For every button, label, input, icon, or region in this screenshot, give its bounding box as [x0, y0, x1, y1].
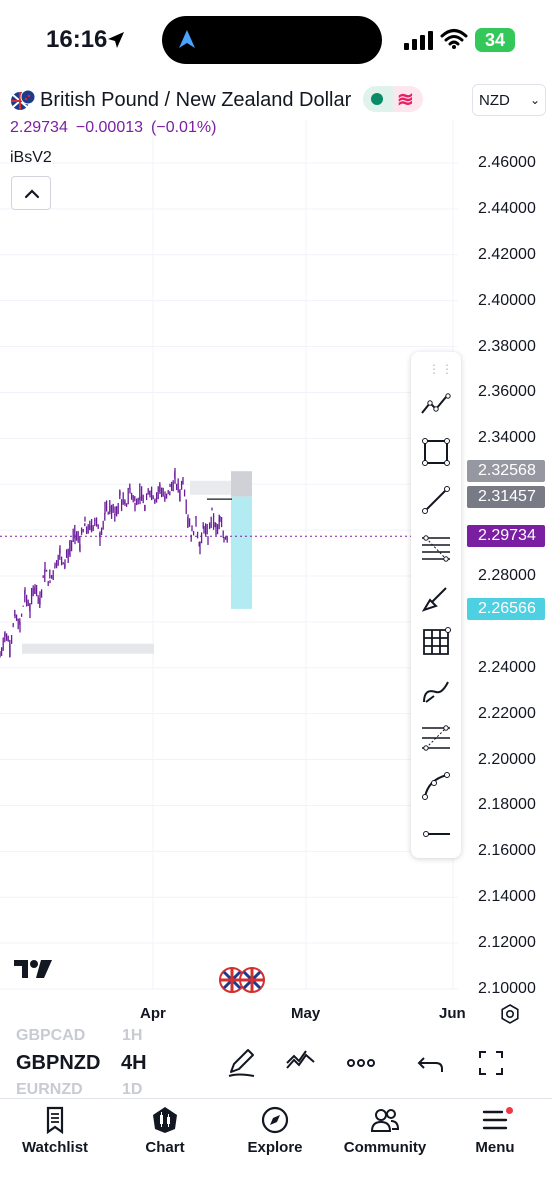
bookmark-icon: [46, 1106, 64, 1135]
price-tick-label: 2.42000: [478, 245, 536, 263]
price-tick-label: 2.10000: [478, 980, 536, 997]
price-tick-label: 2.46000: [478, 154, 536, 171]
fib-retracement-tool-icon[interactable]: [420, 532, 452, 564]
price-tick-label: 2.38000: [478, 337, 536, 355]
trend-path-tool-icon[interactable]: [420, 389, 452, 421]
gann-grid-tool-icon[interactable]: [420, 626, 452, 658]
time-label-jun: Jun: [439, 1005, 466, 1022]
bottom-tab-bar: Watchlist Chart Explore Community Menu: [0, 1098, 552, 1200]
market-open-dot-icon: [371, 93, 383, 105]
time-label-apr: Apr: [140, 1005, 166, 1022]
chevron-up-icon: [24, 189, 40, 199]
people-icon: [370, 1109, 400, 1132]
horizontal-ray-tool-icon[interactable]: [420, 818, 452, 850]
market-status-pill[interactable]: ≋: [363, 86, 423, 112]
trend-line-tool-icon[interactable]: [420, 484, 452, 516]
symbol-title: British Pound / New Zealand Dollar: [40, 88, 352, 111]
support-zone[interactable]: [22, 643, 154, 654]
brush-tool-icon[interactable]: [420, 582, 452, 614]
price-change: −0.00013: [75, 119, 144, 136]
notification-dot: [506, 1107, 513, 1114]
undo-icon[interactable]: [414, 1046, 448, 1080]
tradingview-logo-icon: [14, 958, 54, 987]
more-options-icon[interactable]: [344, 1046, 378, 1080]
drawing-pen-icon[interactable]: [224, 1046, 258, 1080]
price-summary: 2.29734 −0.00013 (−0.01%): [10, 119, 224, 137]
delayed-data-icon: ≋: [397, 89, 414, 111]
compass-icon: [261, 1106, 289, 1134]
tab-explore[interactable]: Explore: [220, 1105, 330, 1165]
indicators-icon[interactable]: [284, 1046, 318, 1080]
price-chart[interactable]: [0, 0, 552, 1030]
tab-label-explore: Explore: [247, 1139, 303, 1156]
price-tick-label: 2.18000: [478, 796, 536, 814]
price-tick-label: 2.12000: [478, 934, 536, 952]
collapse-indicators-button[interactable]: [11, 176, 51, 210]
price-tick-label: 2.16000: [478, 842, 536, 860]
drawing-toolbar: ⋮⋮: [411, 352, 461, 858]
price-tick-label: 2.22000: [478, 704, 536, 722]
currency-value: NZD: [479, 92, 510, 109]
tab-label-menu: Menu: [475, 1139, 515, 1156]
price-badge: 2.29734: [467, 525, 545, 548]
prev-symbol[interactable]: GBPCAD: [16, 1027, 85, 1045]
stop-zone[interactable]: [231, 471, 252, 497]
next-interval[interactable]: 1D: [122, 1081, 142, 1099]
current-interval[interactable]: 4H: [121, 1052, 147, 1075]
fib-channel-tool-icon[interactable]: [420, 722, 452, 754]
tab-label-watchlist: Watchlist: [21, 1139, 89, 1156]
price-tick-label: 2.44000: [478, 199, 536, 217]
currency-select[interactable]: NZD ⌄: [472, 84, 546, 116]
candles-icon: [153, 1107, 177, 1133]
tab-community[interactable]: Community: [330, 1105, 440, 1165]
price-tick-label: 2.24000: [478, 658, 536, 676]
chart-settings-icon[interactable]: [498, 1002, 522, 1026]
fullscreen-icon[interactable]: [474, 1046, 508, 1080]
indicator-label[interactable]: iBsV2: [10, 149, 52, 167]
tab-label-chart: Chart: [145, 1139, 185, 1156]
symbol-header[interactable]: British Pound / New Zealand Dollar: [10, 86, 351, 114]
next-symbol[interactable]: EURNZD: [16, 1081, 83, 1099]
drag-handle-icon[interactable]: ⋮⋮: [428, 362, 454, 376]
price-tick-label: 2.20000: [478, 750, 536, 768]
last-price: 2.29734: [10, 119, 68, 136]
price-change-percent: (−0.01%): [151, 119, 217, 136]
time-label-may: May: [291, 1005, 321, 1022]
news-flags-icon[interactable]: [218, 966, 268, 994]
tab-watchlist[interactable]: Watchlist: [0, 1105, 110, 1165]
currency-flags-icon: [10, 87, 36, 113]
chevron-down-icon: ⌄: [529, 93, 540, 107]
target-zone[interactable]: [231, 496, 252, 609]
price-tick-label: 2.14000: [478, 888, 536, 906]
price-tick-label: 2.40000: [478, 291, 536, 309]
tab-menu[interactable]: Menu: [440, 1105, 550, 1165]
price-tick-label: 2.34000: [478, 429, 536, 447]
highlighter-tool-icon[interactable]: [420, 674, 452, 706]
price-tick-label: 2.36000: [478, 383, 536, 401]
price-badge: 2.31457: [467, 485, 545, 508]
prev-interval[interactable]: 1H: [122, 1027, 142, 1045]
tab-label-community: Community: [343, 1139, 427, 1156]
price-tick-label: 2.28000: [478, 567, 536, 584]
tab-chart[interactable]: Chart: [110, 1105, 220, 1165]
rectangle-tool-icon[interactable]: [420, 436, 452, 468]
price-badge: 2.32568: [467, 460, 545, 483]
price-badge: 2.26566: [467, 597, 545, 620]
current-symbol[interactable]: GBPNZD: [16, 1052, 100, 1075]
curve-tool-icon[interactable]: [420, 770, 452, 802]
